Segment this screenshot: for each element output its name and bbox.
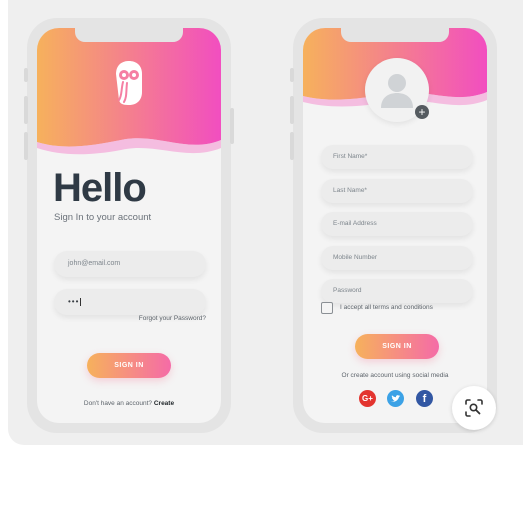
sign-in-button[interactable]: SIGN IN: [87, 353, 171, 378]
social-signup-note: Or create account using social media: [341, 372, 449, 379]
mobile-number-field[interactable]: Mobile Number: [321, 246, 473, 270]
signup-phone-mockup: + First Name* Last Name* E-mail Address …: [290, 18, 497, 433]
forgot-password-link[interactable]: Forgot your Password?: [139, 315, 206, 322]
twitter-icon[interactable]: [387, 390, 404, 407]
terms-label: I accept all terms and conditions: [340, 304, 433, 311]
no-account-text: Don't have an account?: [83, 400, 153, 407]
phone-side-button: [24, 132, 28, 160]
sign-in-button[interactable]: SIGN IN: [355, 334, 439, 359]
login-phone-mockup: Hello Sign In to your account john@email…: [24, 18, 234, 433]
text-caret: [80, 298, 82, 307]
field-placeholder: E-mail Address: [333, 220, 377, 227]
facebook-icon[interactable]: f: [416, 390, 433, 407]
field-placeholder: First Name*: [333, 153, 368, 160]
create-account-link[interactable]: Create: [154, 400, 174, 407]
phone-side-button: [290, 132, 294, 160]
create-account-prompt: Don't have an account? Create: [37, 400, 221, 407]
password-field[interactable]: Password: [321, 279, 473, 303]
login-screen: Hello Sign In to your account john@email…: [37, 28, 221, 423]
showcase-background: Hello Sign In to your account john@email…: [8, 0, 523, 445]
email-field[interactable]: E-mail Address: [321, 212, 473, 236]
phone-notch: [341, 28, 449, 42]
terms-checkbox[interactable]: [321, 302, 333, 314]
owl-logo-icon: [116, 61, 142, 105]
visual-search-icon: [465, 399, 483, 417]
field-placeholder: Password: [333, 287, 362, 294]
last-name-field[interactable]: Last Name*: [321, 179, 473, 203]
phone-side-button: [290, 96, 294, 124]
phone-side-button: [24, 96, 28, 124]
first-name-field[interactable]: First Name*: [321, 145, 473, 169]
page-subtitle: Sign In to your account: [54, 212, 152, 223]
page-title: Hello: [53, 166, 147, 210]
plus-icon[interactable]: +: [415, 105, 429, 119]
password-field[interactable]: •••: [54, 289, 206, 315]
email-field[interactable]: john@email.com: [54, 251, 206, 277]
phone-side-button: [24, 68, 28, 82]
phone-side-button: [230, 108, 234, 144]
field-placeholder: Mobile Number: [333, 254, 378, 261]
password-field-value: •••: [68, 297, 80, 306]
visual-search-button[interactable]: [452, 386, 496, 430]
phone-notch: [75, 28, 183, 42]
google-plus-icon[interactable]: G+: [359, 390, 376, 407]
signup-screen: + First Name* Last Name* E-mail Address …: [303, 28, 487, 423]
field-placeholder: Last Name*: [333, 187, 367, 194]
phone-side-button: [290, 68, 294, 82]
email-field-value: john@email.com: [68, 260, 121, 267]
